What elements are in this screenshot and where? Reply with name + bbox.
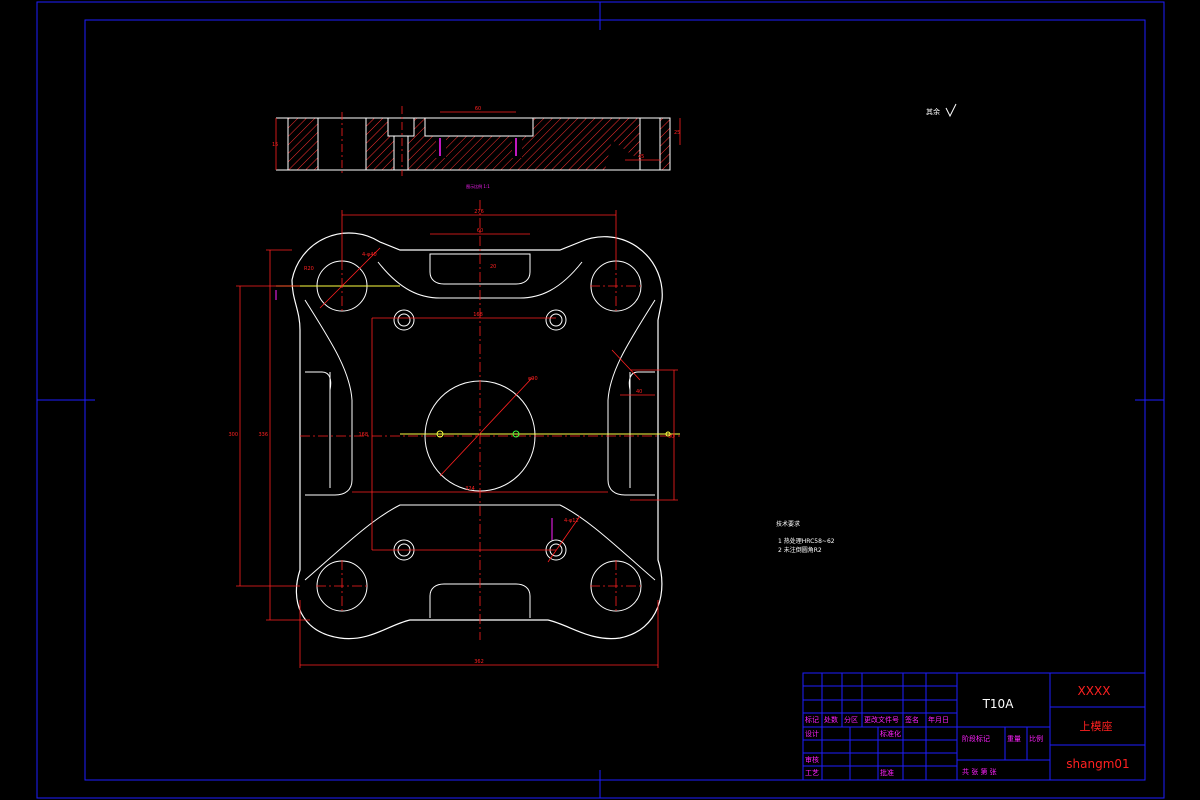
dim-276: 276 <box>474 209 484 215</box>
row-label-mark: 标记 <box>805 715 819 724</box>
tech-req-item-1: 1 热处理HRC58~62 <box>778 537 835 545</box>
label-approve: 批准 <box>880 768 894 777</box>
dim-hole-4: 4-φ40 <box>362 252 377 258</box>
dim-top-side: 45 <box>638 154 644 160</box>
title-block-text: T10A XXXX 上模座 shangm01 标记 处数 分区 更改文件号 签名… <box>805 684 1130 777</box>
label-standardize: 标准化 <box>880 729 901 738</box>
dim-center-dia: φ90 <box>528 376 538 382</box>
dim-90: 90 <box>668 434 674 440</box>
small-hole-tl <box>393 309 415 331</box>
dim-small-hole: 4-φ12 <box>564 518 579 524</box>
label-stage-mark: 阶段标记 <box>962 734 990 743</box>
dim-top-width: 60 <box>475 106 481 112</box>
dim-top-slot: 25 <box>674 130 680 136</box>
row-label-date: 年月日 <box>928 715 949 724</box>
plan-view: 276 60 20 362 324 168 168 300 336 90 40 … <box>228 200 680 668</box>
title-drawing-no: shangm01 <box>1066 757 1129 771</box>
tech-req-title: 技术要求 <box>776 520 800 528</box>
dim-336: 336 <box>258 432 268 438</box>
label-sheets: 共 张 第 张 <box>962 767 997 776</box>
title-part-name: 上模座 <box>1080 719 1113 733</box>
section-view: 60 15 25 45 图示比例 1:1 <box>272 106 681 189</box>
row-label-zone: 分区 <box>844 715 858 724</box>
row-label-count: 处数 <box>824 715 838 724</box>
roughness-symbol-icon <box>945 103 957 118</box>
dim-300: 300 <box>228 432 238 438</box>
cad-drawing-canvas: 60 15 25 45 图示比例 1:1 其余 276 60 20 362 32… <box>36 1 1165 799</box>
dim-362: 362 <box>474 659 484 665</box>
row-label-sign: 签名 <box>905 715 919 724</box>
label-checker: 审核 <box>805 755 819 764</box>
roughness-note: 其余 <box>926 107 940 116</box>
dim-top-height: 15 <box>272 142 278 148</box>
tech-req-item-2: 2 未注倒圆角R2 <box>778 546 822 554</box>
tech-requirements: 技术要求 1 热处理HRC58~62 2 未注倒圆角R2 <box>776 520 835 554</box>
title-company: XXXX <box>1078 684 1111 698</box>
section-label: 图示比例 1:1 <box>466 183 490 189</box>
dim-slot-width: 60 <box>477 228 483 234</box>
dim-slot-depth: 20 <box>490 264 496 270</box>
label-process: 工艺 <box>805 769 819 777</box>
dim-height-168: 168 <box>358 432 368 438</box>
row-label-change: 更改文件号 <box>864 715 899 724</box>
label-scale: 比例 <box>1029 734 1043 743</box>
dim-168: 168 <box>473 312 483 318</box>
dim-324: 324 <box>465 486 475 492</box>
dim-40: 40 <box>636 389 642 395</box>
dim-hole-r: R20 <box>304 266 314 272</box>
label-weight: 重量 <box>1007 735 1021 743</box>
title-material: T10A <box>982 697 1015 711</box>
small-hole-tr <box>545 309 567 331</box>
label-designer: 设计 <box>805 729 819 738</box>
